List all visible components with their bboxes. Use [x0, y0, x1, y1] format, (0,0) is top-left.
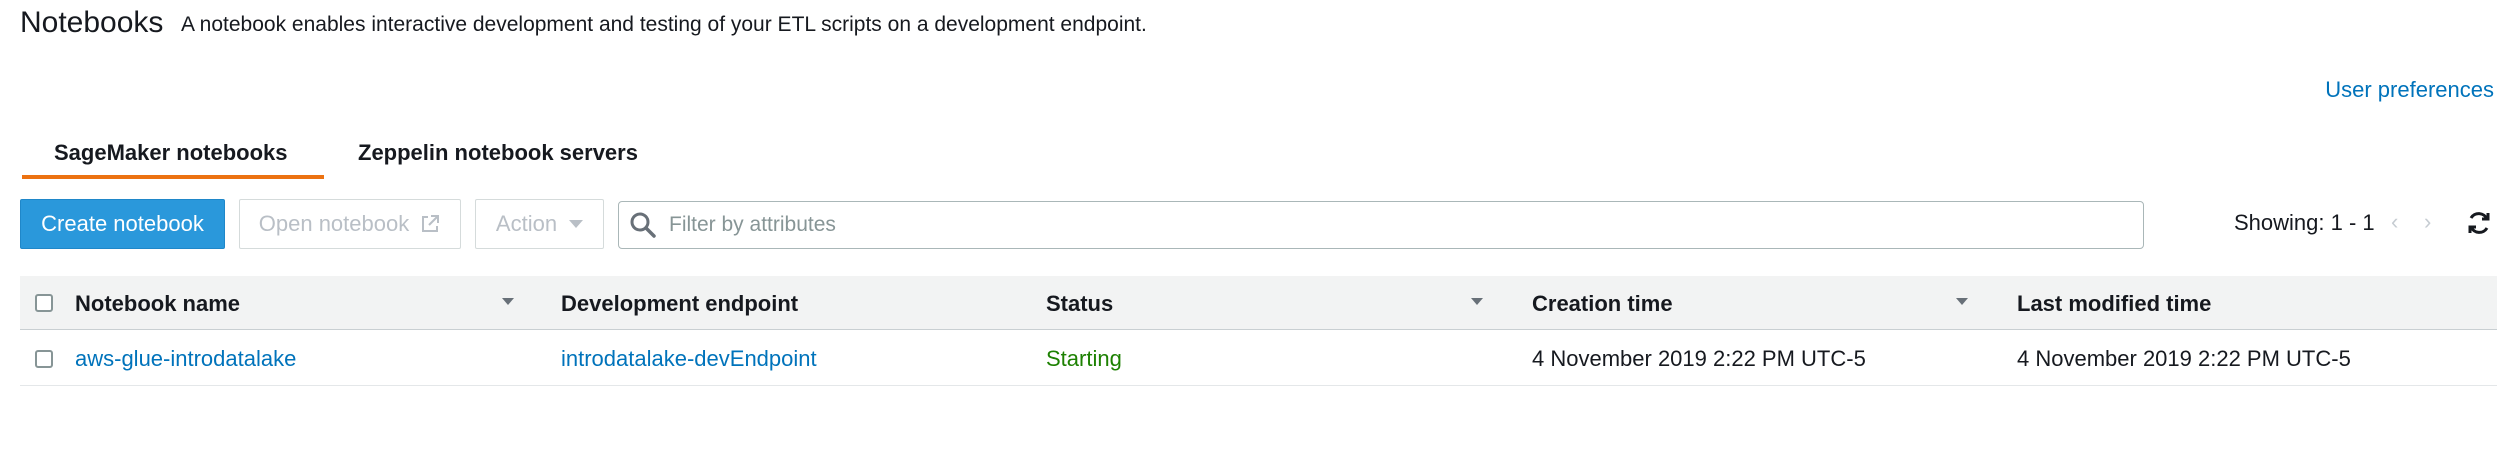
page-title: Notebooks [20, 6, 164, 39]
sort-creation-time-icon[interactable] [1956, 298, 1968, 305]
open-notebook-button[interactable]: Open notebook [239, 199, 461, 249]
create-notebook-label: Create notebook [41, 211, 204, 236]
row-divider [20, 385, 2497, 386]
creation-time-value: 4 November 2019 2:22 PM UTC-5 [1532, 346, 1866, 371]
column-header-last-modified-time[interactable]: Last modified time [2017, 291, 2211, 317]
page-description: A notebook enables interactive developme… [181, 13, 1147, 36]
sort-status-icon[interactable] [1471, 298, 1483, 305]
filter-input[interactable] [667, 212, 2143, 238]
notebook-name-link[interactable]: aws-glue-introdatalake [75, 346, 296, 372]
action-dropdown[interactable]: Action [475, 199, 604, 249]
row-checkbox[interactable] [35, 350, 53, 368]
tab-zeppelin-notebook-servers[interactable]: Zeppelin notebook servers [358, 140, 638, 166]
column-header-notebook-name[interactable]: Notebook name [75, 291, 240, 317]
column-header-development-endpoint[interactable]: Development endpoint [561, 291, 798, 317]
action-label: Action [495, 211, 558, 236]
chevron-left-icon[interactable]: ‹ [2391, 209, 2398, 235]
caret-down-icon [569, 220, 584, 228]
last-modified-time-value: 4 November 2019 2:22 PM UTC-5 [2017, 346, 2351, 371]
open-notebook-label: Open notebook [258, 211, 410, 236]
sort-notebook-name-icon[interactable] [502, 298, 514, 305]
filter-input-container[interactable] [618, 201, 2144, 249]
column-header-creation-time[interactable]: Creation time [1532, 291, 1673, 317]
chevron-right-icon[interactable]: › [2424, 209, 2431, 235]
pagination-showing: Showing: 1 - 1 [2234, 210, 2375, 235]
user-preferences-link[interactable]: User preferences [2325, 77, 2494, 103]
external-link-icon [422, 215, 440, 232]
search-icon [630, 212, 656, 238]
column-header-status[interactable]: Status [1046, 291, 1113, 317]
refresh-icon[interactable] [2466, 210, 2492, 241]
create-notebook-button[interactable]: Create notebook [20, 199, 225, 249]
status-value: Starting [1046, 346, 1122, 371]
tab-sagemaker-notebooks[interactable]: SageMaker notebooks [54, 140, 288, 166]
active-tab-indicator [22, 175, 324, 179]
development-endpoint-link[interactable]: introdatalake-devEndpoint [561, 346, 817, 372]
select-all-checkbox[interactable] [35, 294, 53, 312]
